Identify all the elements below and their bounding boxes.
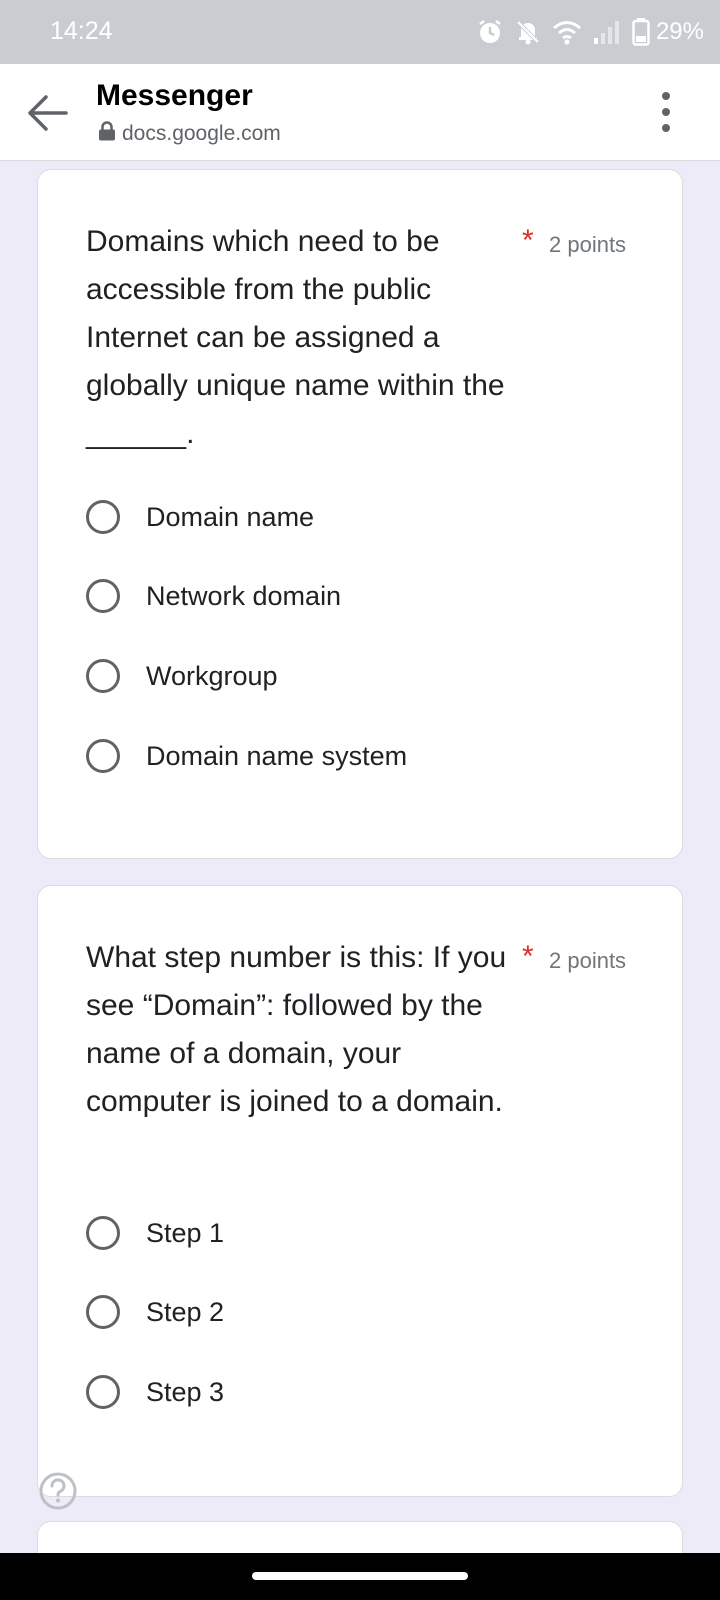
option-label: Step 1 [146, 1217, 225, 1248]
url-text: docs.google.com [122, 121, 281, 145]
radio-option[interactable]: Domain name [86, 495, 314, 539]
option-label: Step 3 [146, 1376, 225, 1407]
wifi-icon [552, 19, 582, 45]
alarm-icon [476, 18, 504, 46]
required-asterisk: * [522, 224, 534, 257]
radio-option[interactable]: Step 2 [86, 1290, 224, 1334]
radio-button[interactable] [86, 1295, 120, 1329]
option-label: Domain name system [146, 740, 408, 771]
help-button[interactable] [38, 1471, 78, 1511]
lock-icon [98, 121, 116, 146]
radio-option[interactable]: Step 3 [86, 1370, 224, 1414]
help-icon [38, 1472, 78, 1515]
question-card: Domains which need to be accessible from… [37, 169, 683, 859]
form-content[interactable]: Domains which need to be accessible from… [0, 161, 720, 1553]
radio-button[interactable] [86, 659, 120, 693]
back-arrow-icon [22, 95, 72, 142]
signal-icon [592, 19, 622, 45]
app-title: Messenger [96, 79, 253, 112]
home-indicator[interactable] [252, 1572, 468, 1580]
option-label: Domain name [146, 501, 315, 532]
radio-option[interactable]: Workgroup [86, 654, 278, 698]
radio-option[interactable]: Step 1 [86, 1211, 224, 1255]
back-button[interactable] [22, 88, 72, 138]
radio-button[interactable] [86, 1216, 120, 1250]
status-time: 14:24 [50, 17, 113, 45]
status-bar: 14:24 29% [0, 0, 720, 64]
radio-button[interactable] [86, 579, 120, 613]
option-label: Workgroup [146, 660, 278, 691]
option-label: Network domain [146, 580, 342, 611]
option-label: Step 2 [146, 1296, 225, 1327]
points-label: 2 points [549, 232, 627, 257]
required-asterisk: * [522, 940, 534, 973]
app-bar: Messenger docs.google.com [0, 64, 720, 161]
question-text: What step number is this: If you see “Do… [86, 941, 507, 1118]
status-icons: 29% [476, 15, 704, 49]
navigation-bar [0, 1553, 720, 1600]
question-card [37, 1521, 683, 1553]
radio-option[interactable]: Network domain [86, 574, 341, 618]
radio-button[interactable] [86, 1375, 120, 1409]
radio-button[interactable] [86, 500, 120, 534]
more-vert-icon [652, 92, 680, 138]
question-card: What step number is this: If you see “Do… [37, 885, 683, 1497]
battery-percent: 29% [655, 18, 704, 45]
radio-option[interactable]: Domain name system [86, 734, 407, 778]
points-label: 2 points [549, 948, 627, 973]
question-text: Domains which need to be accessible from… [86, 225, 505, 450]
url-row: docs.google.com [98, 121, 281, 146]
bell-off-icon [514, 18, 542, 46]
more-options-button[interactable] [652, 90, 680, 134]
battery-icon [632, 18, 650, 46]
radio-button[interactable] [86, 739, 120, 773]
